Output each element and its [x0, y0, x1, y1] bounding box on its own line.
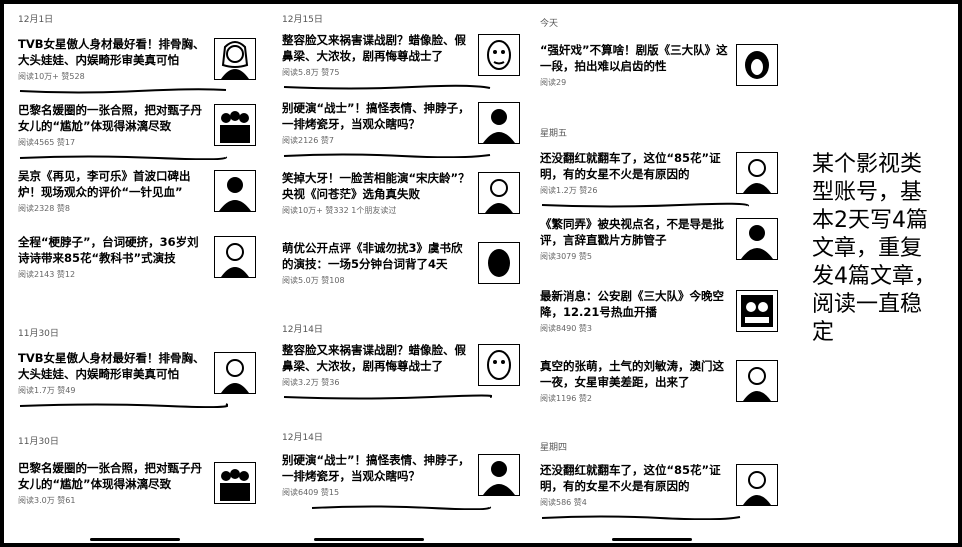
article-title[interactable]: 真空的张萌，土气的刘敏涛，澳门这一夜，女星审美差距，出来了	[540, 358, 730, 390]
woman-portrait-icon[interactable]	[736, 360, 778, 402]
woman-portrait-icon[interactable]	[214, 352, 256, 394]
article-stats: 阅读3.0万 赞61	[18, 496, 76, 505]
date-label: 12月14日	[282, 325, 323, 335]
article-column-2: 12月15日 整容脸又来祸害谍战剧？蜡像脸、假鼻梁、大浓妆，剧再悔尊战士了 阅读…	[274, 4, 526, 543]
article-column-1: 12月1日 TVB女星傲人身材最好看！排骨胸、大头娃娃、内娱畸形审美真可怕 阅读…	[10, 4, 262, 543]
scribble-underline	[19, 403, 228, 408]
man-portrait-icon[interactable]	[214, 170, 256, 212]
face-closeup-icon[interactable]	[736, 44, 778, 86]
scribble-underline	[283, 153, 491, 158]
date-label: 今天	[540, 19, 559, 29]
scribble-underline	[283, 394, 492, 400]
article-item[interactable]: 整容脸又来祸害谍战剧？蜡像脸、假鼻梁、大浓妆，剧再悔尊战士了 阅读3.2万 赞3…	[274, 342, 526, 402]
article-title[interactable]: 巴黎名媛圈的一张合照，把对甄子丹女儿的“尴尬”体现得淋漓尽致	[18, 102, 208, 134]
date-label: 12月1日	[18, 15, 54, 25]
scribble-underline	[311, 505, 492, 510]
article-item[interactable]: “强奸戏”不算啥！剧版《三大队》这一段，拍出难以启齿的性 阅读29	[532, 42, 784, 102]
article-title[interactable]: “强奸戏”不算啥！剧版《三大队》这一段，拍出难以启齿的性	[540, 42, 730, 74]
article-item[interactable]: TVB女星傲人身材最好看！排骨胸、大头娃娃、内娱畸形审美真可怕 阅读1.7万 赞…	[10, 350, 262, 410]
article-title[interactable]: 吴京《再见，李可乐》首波口碑出炉！现场观众的评价“一针见血”	[18, 168, 208, 200]
article-stats: 阅读8490 赞3	[540, 324, 592, 333]
man-portrait-icon[interactable]	[478, 102, 520, 144]
article-title[interactable]: 笑掉大牙！一脸苦相能演“宋庆龄”？央视《问苍茫》选角真失败	[282, 170, 472, 202]
scribble-underline	[283, 84, 491, 90]
article-item[interactable]: 整容脸又来祸害谍战剧？蜡像脸、假鼻梁、大浓妆，剧再悔尊战士了 阅读5.8万 赞7…	[274, 32, 526, 92]
article-stats: 阅读1.7万 赞49	[18, 386, 76, 395]
article-item[interactable]: 别硬演“战士”！搞怪表情、抻脖子，一排烤瓷牙，当观众瞎吗？ 阅读2126 赞7	[274, 100, 526, 160]
poster-icon[interactable]	[736, 290, 778, 332]
woman-portrait-icon[interactable]	[214, 236, 256, 278]
scribble-underline	[541, 202, 750, 208]
article-title[interactable]: 全程“梗脖子”，台词硬挤，36岁刘诗诗带来85花“教科书”式演技	[18, 234, 208, 266]
article-item[interactable]: 还没翻红就翻车了，这位“85花”证明，有的女星不火是有原因的 阅读1.2万 赞2…	[532, 150, 784, 210]
group-photo-icon[interactable]	[214, 462, 256, 504]
article-stats: 阅读1196 赞2	[540, 394, 592, 403]
article-item[interactable]: 真空的张萌，土气的刘敏涛，澳门这一夜，女星审美差距，出来了 阅读1196 赞2	[532, 358, 784, 418]
article-title[interactable]: 别硬演“战士”！搞怪表情、抻脖子，一排烤瓷牙，当观众瞎吗？	[282, 100, 472, 132]
scribble-underline	[612, 538, 692, 541]
man-portrait-icon[interactable]	[736, 218, 778, 260]
scribble-underline	[90, 538, 180, 541]
article-item[interactable]: 别硬演“战士”！搞怪表情、抻脖子，一排烤瓷牙，当观众瞎吗？ 阅读6409 赞15	[274, 452, 526, 512]
article-item[interactable]: 笑掉大牙！一脸苦相能演“宋庆龄”？央视《问苍茫》选角真失败 阅读10万+ 赞33…	[274, 170, 526, 230]
article-stats: 阅读1.2万 赞26	[540, 186, 598, 195]
date-label: 12月15日	[282, 15, 323, 25]
article-stats: 阅读2143 赞12	[18, 270, 76, 279]
date-label: 12月14日	[282, 433, 323, 443]
article-stats: 阅读586 赞4	[540, 498, 587, 507]
article-item[interactable]: 巴黎名媛圈的一张合照，把对甄子丹女儿的“尴尬”体现得淋漓尽致 阅读3.0万 赞6…	[10, 460, 262, 520]
article-title[interactable]: 巴黎名媛圈的一张合照，把对甄子丹女儿的“尴尬”体现得淋漓尽致	[18, 460, 208, 492]
group-photo-icon[interactable]	[214, 104, 256, 146]
article-stats: 阅读2126 赞7	[282, 136, 334, 145]
article-title[interactable]: 整容脸又来祸害谍战剧？蜡像脸、假鼻梁、大浓妆，剧再悔尊战士了	[282, 342, 472, 374]
woman-portrait-icon[interactable]	[214, 38, 256, 80]
article-stats: 阅读6409 赞15	[282, 488, 340, 497]
scribble-underline	[19, 88, 227, 94]
article-stats: 阅读5.0万 赞108	[282, 276, 345, 285]
article-stats: 阅读3079 赞5	[540, 252, 592, 261]
article-column-3: 今天 “强奸戏”不算啥！剧版《三大队》这一段，拍出难以启齿的性 阅读29 星期五…	[532, 4, 784, 543]
article-stats: 阅读2328 赞8	[18, 204, 70, 213]
face-closeup-icon[interactable]	[478, 34, 520, 76]
article-title[interactable]: 《繁同弄》被央视点名，不是导是批评，言辞直戳片方肺管子	[540, 216, 730, 248]
article-item[interactable]: 最新消息：公安剧《三大队》今晚空降，12.21号热血开播 阅读8490 赞3	[532, 288, 784, 348]
annotation-note: 某个影视类型账号，基本2天写4篇文章，重复发4篇文章，阅读一直稳定	[812, 152, 936, 345]
article-stats: 阅读10万+ 赞528	[18, 72, 85, 81]
face-closeup-icon[interactable]	[478, 344, 520, 386]
article-item[interactable]: 全程“梗脖子”，台词硬挤，36岁刘诗诗带来85花“教科书”式演技 阅读2143 …	[10, 234, 262, 294]
woman-portrait-icon[interactable]	[736, 464, 778, 506]
scribble-underline	[541, 515, 741, 520]
article-item[interactable]: 《繁同弄》被央视点名，不是导是批评，言辞直戳片方肺管子 阅读3079 赞5	[532, 216, 784, 276]
article-title[interactable]: TVB女星傲人身材最好看！排骨胸、大头娃娃、内娱畸形审美真可怕	[18, 36, 208, 68]
scribble-underline	[314, 538, 424, 541]
article-item[interactable]: 吴京《再见，李可乐》首波口碑出炉！现场观众的评价“一针见血” 阅读2328 赞8	[10, 168, 262, 228]
article-stats: 阅读5.8万 赞75	[282, 68, 340, 77]
article-item[interactable]: 萌优公开点评《非诚勿扰3》虞书欣的演技：一场5分钟台词背了4天 阅读5.0万 赞…	[274, 240, 526, 300]
date-label: 星期五	[540, 129, 568, 139]
article-stats: 阅读4565 赞17	[18, 138, 76, 147]
article-item[interactable]: 还没翻红就翻车了，这位“85花”证明，有的女星不火是有原因的 阅读586 赞4	[532, 462, 784, 522]
article-stats: 阅读29	[540, 78, 567, 87]
screenshot-collage: 12月1日 TVB女星傲人身材最好看！排骨胸、大头娃娃、内娱畸形审美真可怕 阅读…	[4, 4, 958, 543]
man-portrait-icon[interactable]	[478, 454, 520, 496]
article-title[interactable]: 整容脸又来祸害谍战剧？蜡像脸、假鼻梁、大浓妆，剧再悔尊战士了	[282, 32, 472, 64]
article-title[interactable]: 还没翻红就翻车了，这位“85花”证明，有的女星不火是有原因的	[540, 462, 730, 494]
article-title[interactable]: 别硬演“战士”！搞怪表情、抻脖子，一排烤瓷牙，当观众瞎吗？	[282, 452, 472, 484]
article-title[interactable]: 还没翻红就翻车了，这位“85花”证明，有的女星不火是有原因的	[540, 150, 730, 182]
date-label: 星期四	[540, 443, 568, 453]
article-item[interactable]: 巴黎名媛圈的一张合照，把对甄子丹女儿的“尴尬”体现得淋漓尽致 阅读4565 赞1…	[10, 102, 262, 162]
woman-portrait-icon[interactable]	[736, 152, 778, 194]
article-stats: 阅读3.2万 赞36	[282, 378, 340, 387]
face-closeup-icon[interactable]	[478, 242, 520, 284]
article-title[interactable]: 萌优公开点评《非诚勿扰3》虞书欣的演技：一场5分钟台词背了4天	[282, 240, 472, 272]
article-title[interactable]: TVB女星傲人身材最好看！排骨胸、大头娃娃、内娱畸形审美真可怕	[18, 350, 208, 382]
article-stats: 阅读10万+ 赞332 1个朋友读过	[282, 206, 397, 215]
article-title[interactable]: 最新消息：公安剧《三大队》今晚空降，12.21号热血开播	[540, 288, 730, 320]
article-item[interactable]: TVB女星傲人身材最好看！排骨胸、大头娃娃、内娱畸形审美真可怕 阅读10万+ 赞…	[10, 36, 262, 96]
woman-portrait-icon[interactable]	[478, 172, 520, 214]
date-label: 11月30日	[18, 437, 59, 447]
date-label: 11月30日	[18, 329, 59, 339]
scribble-underline	[19, 155, 228, 160]
